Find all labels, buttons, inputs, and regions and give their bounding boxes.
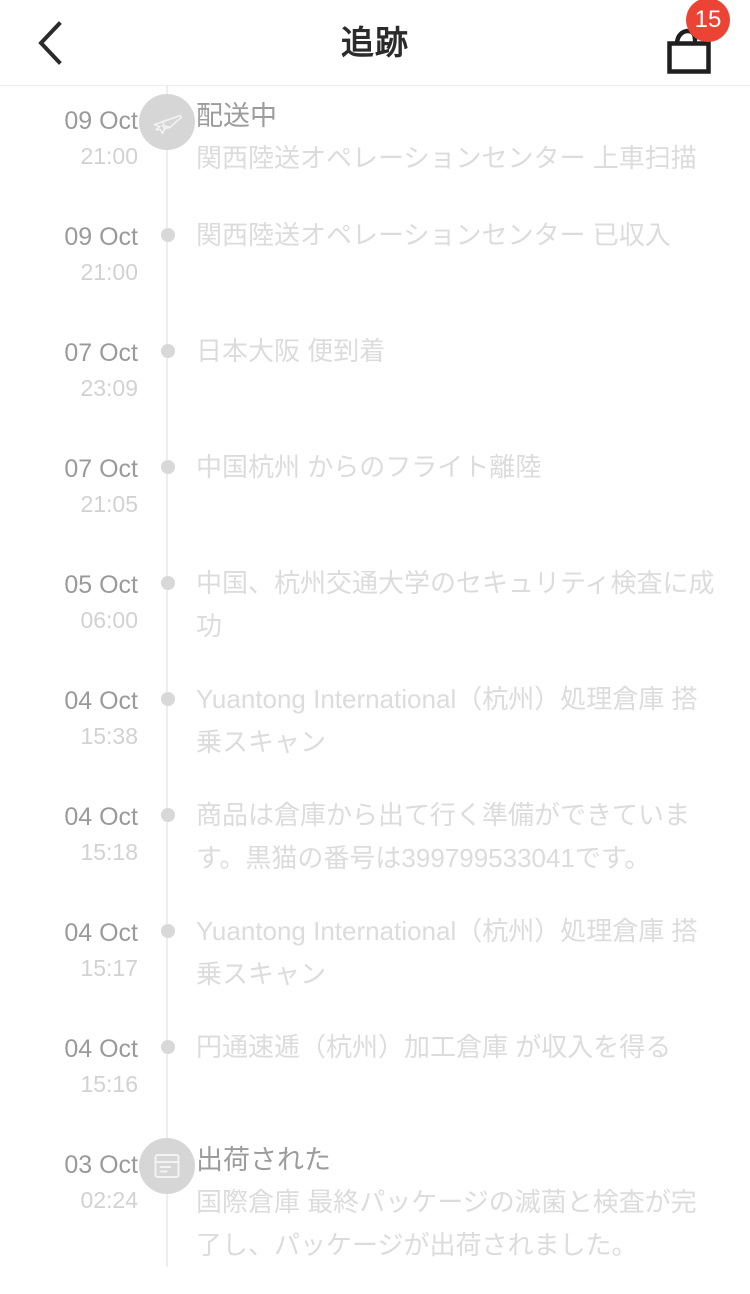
timeline-dot-icon	[161, 576, 175, 590]
chevron-left-icon	[37, 21, 63, 65]
event-time: 02:24	[80, 1187, 138, 1213]
event-description: Yuantong International（杭州）処理倉庫 搭乗スキャン	[196, 916, 698, 989]
event-timestamp: 04 Oct 15:38	[0, 666, 138, 782]
page-title: 追跡	[341, 24, 409, 61]
event-description: Yuantong International（杭州）処理倉庫 搭乗スキャン	[196, 684, 698, 757]
timeline-event[interactable]: 04 Oct 15:16 円通速逓（杭州）加工倉庫 が収入を得る	[0, 1014, 750, 1130]
event-description: 国際倉庫 最終パッケージの滅菌と検査が完了し、パッケージが出荷されました。	[196, 1187, 697, 1260]
timeline-event[interactable]: 04 Oct 15:17 Yuantong International（杭州）処…	[0, 898, 750, 1014]
event-marker	[138, 666, 196, 782]
timeline-dot-icon	[161, 344, 175, 358]
timeline-dot-icon	[161, 808, 175, 822]
timeline-dot-icon	[161, 228, 175, 242]
event-description: 中国、杭州交通大学のセキュリティ検査に成功	[196, 568, 715, 641]
timeline-event[interactable]: 09 Oct 21:00 関西陸送オペレーションセンター 已収入	[0, 202, 750, 318]
event-title: 配送中	[196, 101, 277, 131]
event-date: 05 Oct	[64, 571, 138, 599]
event-marker	[138, 1014, 196, 1130]
shopping-bag-button[interactable]: 15	[648, 0, 730, 78]
timeline-dot-icon	[161, 692, 175, 706]
event-date: 03 Oct	[64, 1151, 138, 1179]
timeline-event[interactable]: 07 Oct 23:09 日本大阪 便到着	[0, 318, 750, 434]
event-description: 商品は倉庫から出て行く準備ができています。黒猫の番号は399799533041で…	[196, 800, 691, 873]
timeline-event[interactable]: 04 Oct 15:18 商品は倉庫から出て行く準備ができています。黒猫の番号は…	[0, 782, 750, 898]
back-button[interactable]	[14, 8, 86, 78]
event-body: 出荷された 国際倉庫 最終パッケージの滅菌と検査が完了し、パッケージが出荷されま…	[196, 1130, 750, 1267]
event-date: 04 Oct	[64, 687, 138, 715]
event-time: 23:09	[80, 375, 138, 401]
event-date: 09 Oct	[64, 223, 138, 251]
event-timestamp: 03 Oct 02:24	[0, 1130, 138, 1267]
timeline-event[interactable]: 05 Oct 06:00 中国、杭州交通大学のセキュリティ検査に成功	[0, 550, 750, 666]
event-marker	[138, 318, 196, 434]
event-time: 15:18	[80, 839, 138, 865]
event-timestamp: 09 Oct 21:00	[0, 202, 138, 318]
event-body: 関西陸送オペレーションセンター 已収入	[196, 202, 750, 318]
event-timestamp: 07 Oct 23:09	[0, 318, 138, 434]
event-marker	[138, 202, 196, 318]
event-time: 21:05	[80, 491, 138, 517]
event-timestamp: 04 Oct 15:17	[0, 898, 138, 1014]
airplane-icon	[139, 94, 195, 150]
event-marker	[138, 898, 196, 1014]
event-time: 15:16	[80, 1071, 138, 1097]
event-date: 04 Oct	[64, 919, 138, 947]
event-body: 日本大阪 便到着	[196, 318, 750, 434]
event-description: 日本大阪 便到着	[196, 336, 386, 366]
event-body: 配送中 関西陸送オペレーションセンター 上車扫描	[196, 86, 750, 202]
event-body: 商品は倉庫から出て行く準備ができています。黒猫の番号は399799533041で…	[196, 782, 750, 898]
event-time: 21:00	[80, 143, 138, 169]
event-body: Yuantong International（杭州）処理倉庫 搭乗スキャン	[196, 666, 750, 782]
event-date: 07 Oct	[64, 455, 138, 483]
package-box-icon	[139, 1138, 195, 1194]
event-date: 04 Oct	[64, 1035, 138, 1063]
event-description: 円通速逓（杭州）加工倉庫 が収入を得る	[196, 1032, 672, 1062]
event-body: Yuantong International（杭州）処理倉庫 搭乗スキャン	[196, 898, 750, 1014]
event-date: 07 Oct	[64, 339, 138, 367]
timeline-dot-icon	[161, 460, 175, 474]
event-body: 円通速逓（杭州）加工倉庫 が収入を得る	[196, 1014, 750, 1130]
event-date: 04 Oct	[64, 803, 138, 831]
event-date: 09 Oct	[64, 107, 138, 135]
event-time: 21:00	[80, 259, 138, 285]
event-title: 出荷された	[196, 1145, 331, 1175]
event-timestamp: 07 Oct 21:05	[0, 434, 138, 550]
event-timestamp: 04 Oct 15:16	[0, 1014, 138, 1130]
event-marker	[138, 1130, 196, 1267]
event-body: 中国、杭州交通大学のセキュリティ検査に成功	[196, 550, 750, 666]
app-header: 追跡 15	[0, 0, 750, 86]
event-marker	[138, 782, 196, 898]
event-time: 15:38	[80, 723, 138, 749]
event-marker	[138, 86, 196, 202]
event-marker	[138, 550, 196, 666]
event-timestamp: 05 Oct 06:00	[0, 550, 138, 666]
event-timestamp: 04 Oct 15:18	[0, 782, 138, 898]
timeline-event[interactable]: 03 Oct 02:24 出荷された 国際倉庫 最終パッケージの滅菌と検査が完了…	[0, 1130, 750, 1267]
timeline-event[interactable]: 07 Oct 21:05 中国杭州 からのフライト離陸	[0, 434, 750, 550]
timeline-dot-icon	[161, 924, 175, 938]
timeline-dot-icon	[161, 1040, 175, 1054]
timeline-event[interactable]: 09 Oct 21:00 配送中 関西陸送オペレーションセンター 上車扫描	[0, 86, 750, 202]
bag-badge-count: 15	[686, 0, 730, 42]
event-timestamp: 09 Oct 21:00	[0, 86, 138, 202]
tracking-timeline: 09 Oct 21:00 配送中 関西陸送オペレーションセンター 上車扫描 09…	[0, 86, 750, 1267]
event-time: 06:00	[80, 607, 138, 633]
event-description: 中国杭州 からのフライト離陸	[196, 452, 542, 482]
event-body: 中国杭州 からのフライト離陸	[196, 434, 750, 550]
event-marker	[138, 434, 196, 550]
event-description: 関西陸送オペレーションセンター 已収入	[196, 220, 671, 250]
event-time: 15:17	[80, 955, 138, 981]
event-description: 関西陸送オペレーションセンター 上車扫描	[196, 143, 697, 173]
timeline-event[interactable]: 04 Oct 15:38 Yuantong International（杭州）処…	[0, 666, 750, 782]
